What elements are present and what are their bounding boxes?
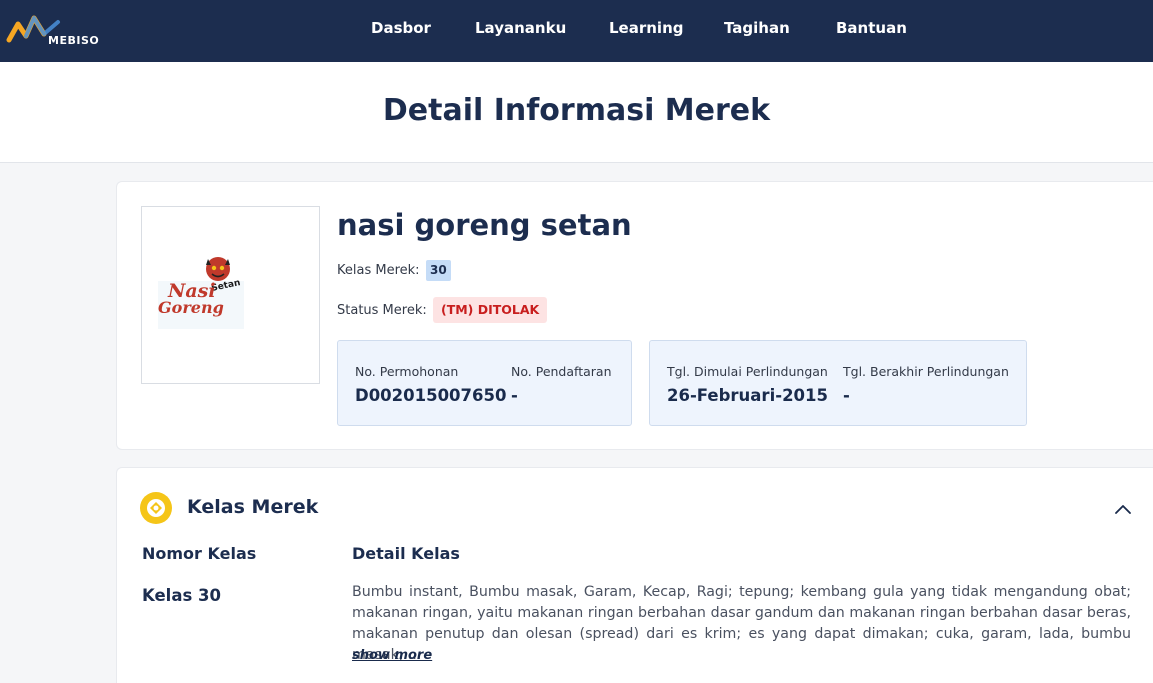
- nav-tagihan[interactable]: Tagihan: [724, 19, 790, 37]
- nav-dasbor[interactable]: Dasbor: [371, 19, 431, 37]
- nav-bantuan[interactable]: Bantuan: [836, 19, 907, 37]
- chevron-up-icon[interactable]: [1112, 498, 1134, 520]
- class-number: Kelas 30: [142, 586, 222, 605]
- brand-class-icon: [140, 492, 172, 524]
- page-title: Detail Informasi Merek: [382, 93, 771, 128]
- brand-class-badge: 30: [426, 260, 451, 281]
- mebiso-logo[interactable]: MEBISO: [6, 12, 116, 48]
- status-badge: (TM) DITOLAK: [433, 297, 548, 323]
- brand-name: nasi goreng setan: [337, 208, 632, 242]
- registration-no-label: No. Pendaftaran: [511, 364, 612, 379]
- protection-end-label: Tgl. Berakhir Perlindungan: [843, 364, 1009, 379]
- class-number-header: Nomor Kelas: [142, 544, 257, 563]
- brand-logo-frame: Setan Nasi Goreng: [141, 206, 320, 384]
- class-detail-text: Bumbu instant, Bumbu masak, Garam, Kecap…: [352, 584, 1131, 663]
- page-header: Detail Informasi Merek: [0, 62, 1153, 163]
- registration-no-value: -: [511, 386, 518, 405]
- class-detail-header: Detail Kelas: [352, 544, 460, 563]
- brand-logo-image: Setan Nasi Goreng: [156, 251, 246, 333]
- application-no-value: D002015007650: [355, 386, 507, 405]
- logo-text: MEBISO: [48, 34, 100, 47]
- brand-detail-card: Setan Nasi Goreng nasi goreng setan Kela…: [116, 181, 1153, 450]
- protection-end-value: -: [843, 386, 850, 405]
- brand-class-label: Kelas Merek:: [337, 263, 420, 278]
- protection-start-label: Tgl. Dimulai Perlindungan: [667, 364, 828, 379]
- brand-class-section-title: Kelas Merek: [187, 496, 319, 518]
- brand-class-card: Kelas Merek Nomor Kelas Detail Kelas Kel…: [116, 467, 1153, 683]
- protection-info-box: Tgl. Dimulai Perlindungan 26-Februari-20…: [649, 340, 1027, 426]
- brand-status-label: Status Merek:: [337, 303, 427, 318]
- show-more-link[interactable]: show more: [352, 648, 432, 663]
- nav-layananku[interactable]: Layananku: [475, 19, 566, 37]
- brand-logo-line2: Goreng: [158, 298, 224, 317]
- nav-learning[interactable]: Learning: [609, 19, 684, 37]
- registration-info-box: No. Permohonan D002015007650 No. Pendaft…: [337, 340, 632, 426]
- protection-start-value: 26-Februari-2015: [667, 386, 828, 405]
- top-navbar: MEBISO Dasbor Layananku Learning Tagihan…: [0, 0, 1153, 62]
- application-no-label: No. Permohonan: [355, 364, 459, 379]
